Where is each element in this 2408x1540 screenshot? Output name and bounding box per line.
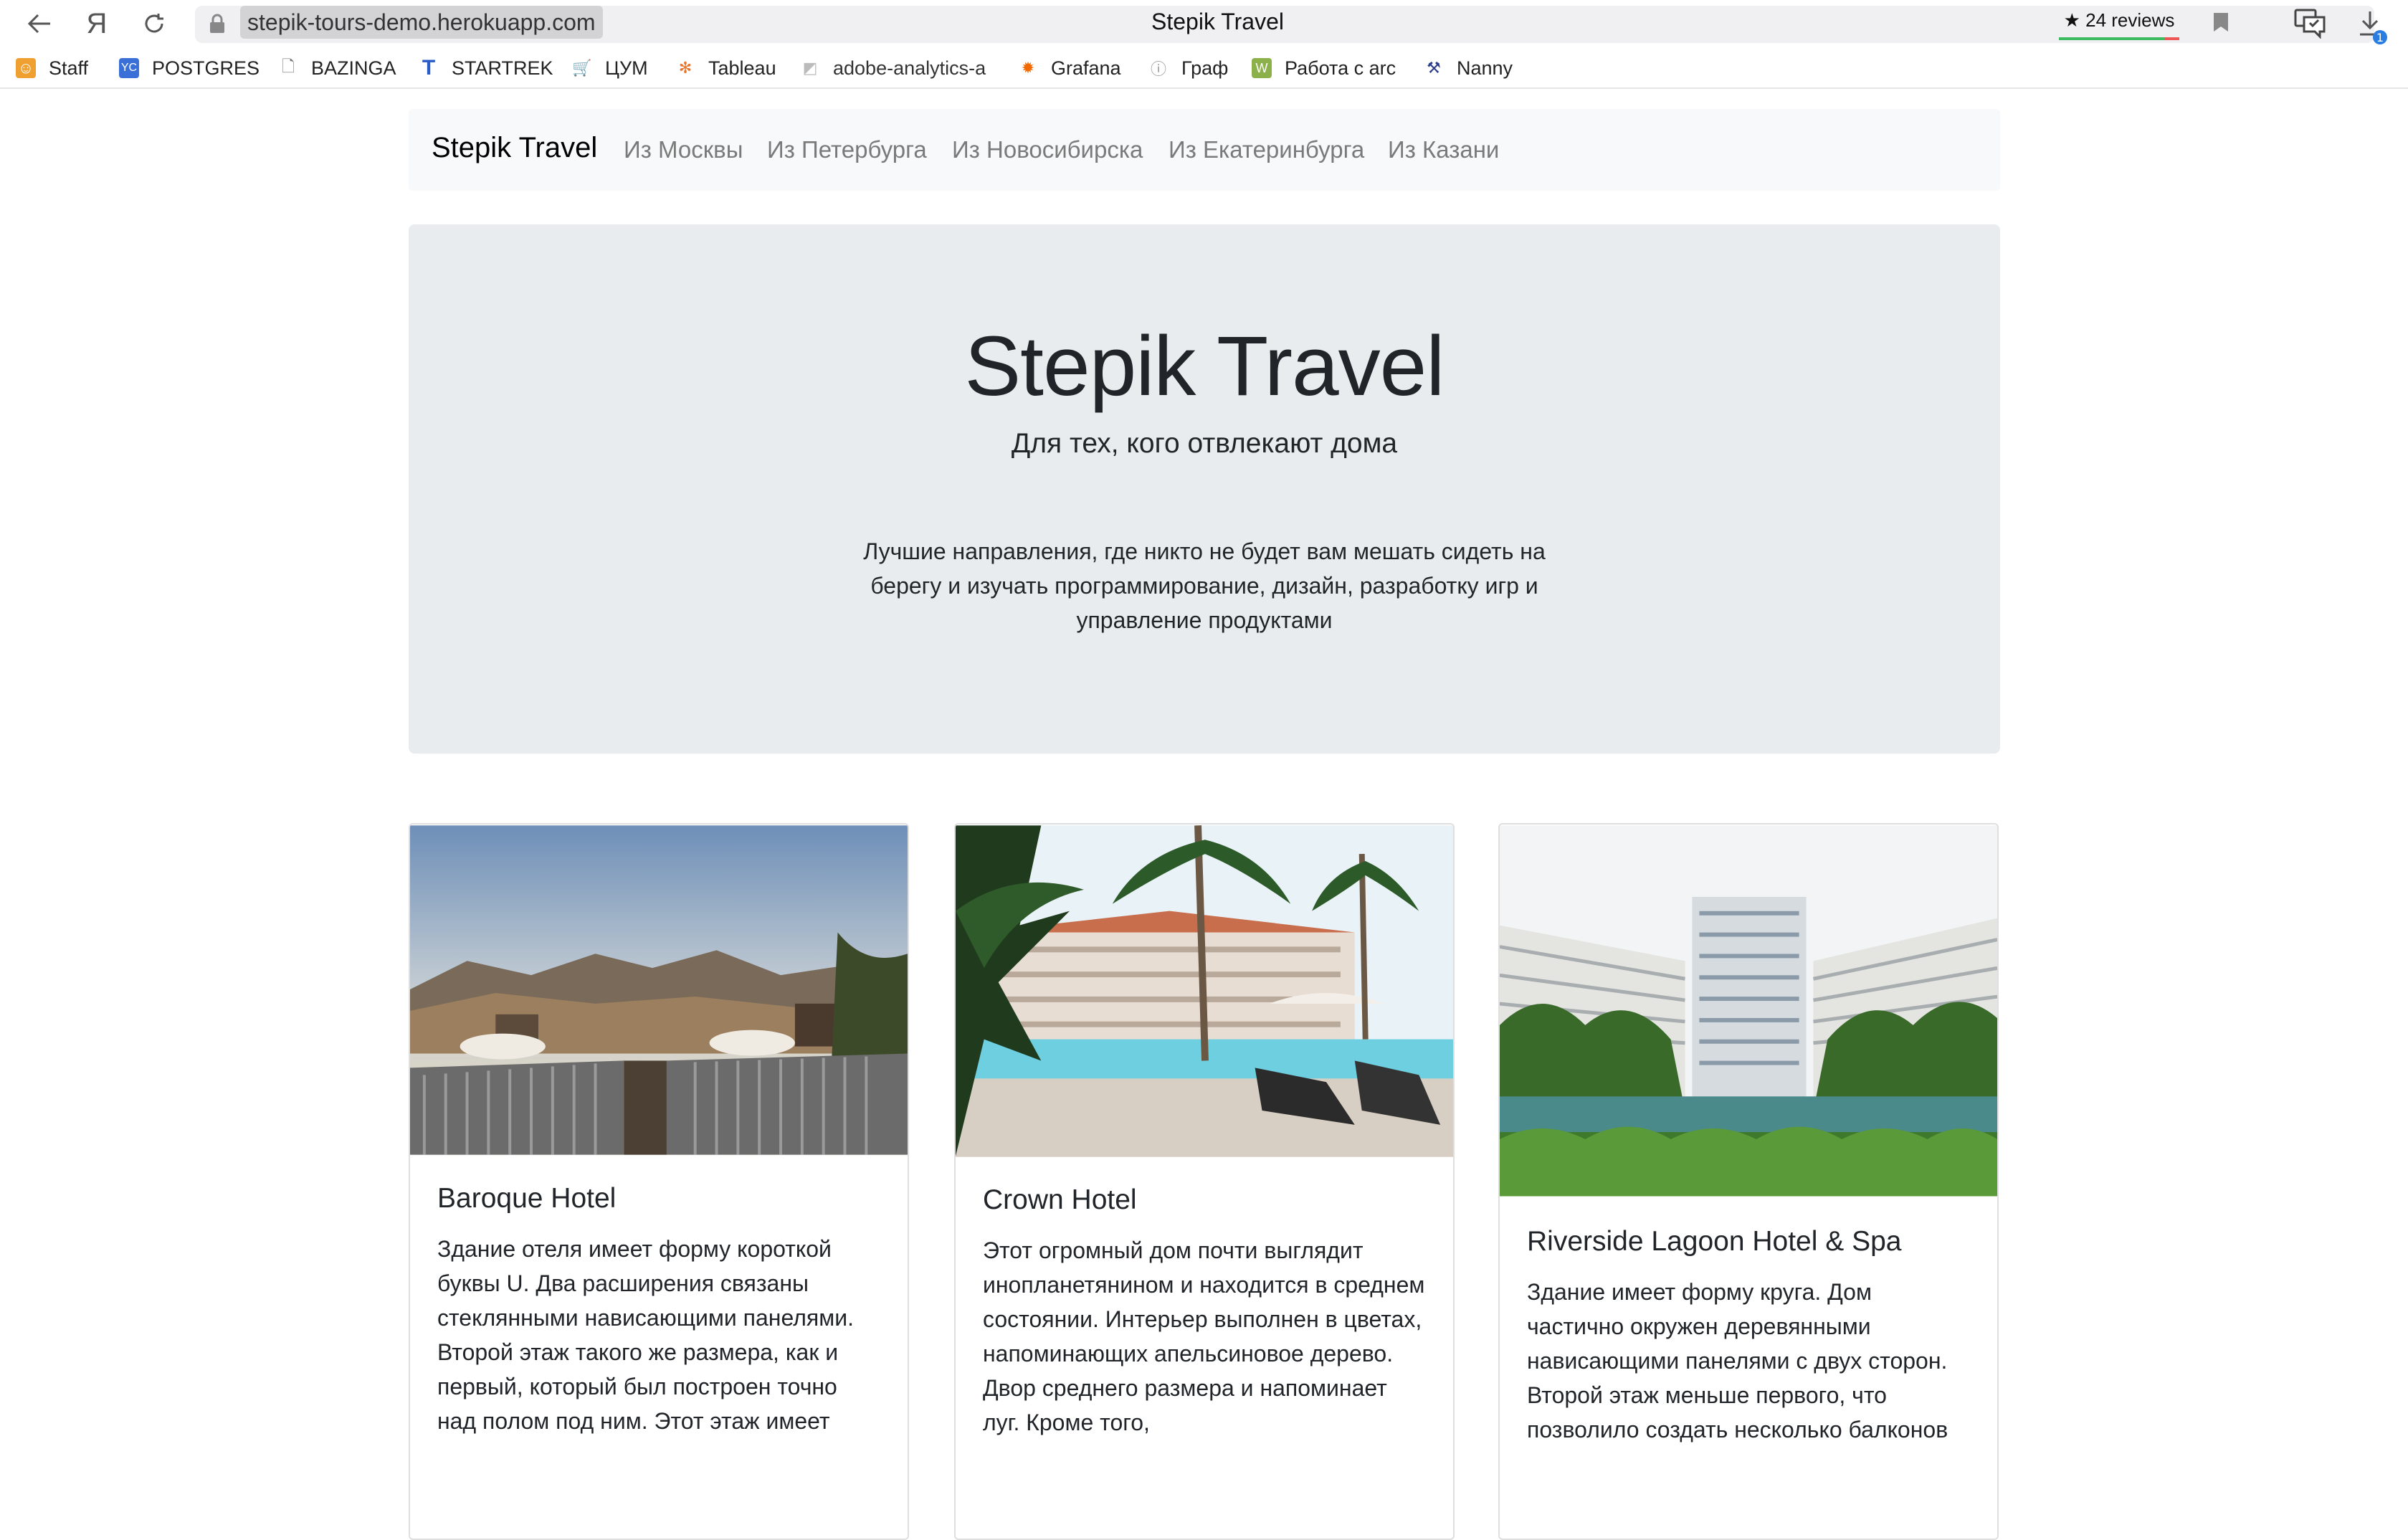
url-text[interactable]: stepik-tours-demo.herokuapp.com (240, 6, 603, 39)
navbar-brand[interactable]: Stepik Travel (432, 132, 597, 164)
card-title: Crown Hotel (983, 1184, 1137, 1215)
bookmark-tableau[interactable]: ✻ Tableau (675, 56, 776, 80)
lock-icon (208, 13, 227, 34)
card-text: Этот огромный дом почти выглядит иноплан… (983, 1237, 1425, 1435)
nav-link-petersburg[interactable]: Из Петербурга (767, 136, 927, 163)
baroque-hotel-image (410, 825, 908, 1155)
w-icon: W (1252, 58, 1272, 78)
bookmark-label: STARTREK (452, 57, 553, 79)
bookmark-rabota[interactable]: W Работа с arc (1252, 56, 1396, 80)
tab-title: Stepik Travel (1151, 9, 1284, 34)
bookmark-startrek[interactable]: T STARTREK (419, 56, 553, 80)
tableau-icon: ✻ (678, 59, 693, 77)
bookmark-label: Работа с arc (1285, 57, 1396, 79)
card-text: Здание имеет форму круга. Дом частично о… (1527, 1279, 1948, 1442)
nav-link-moscow[interactable]: Из Москвы (624, 136, 743, 163)
hero-title: Stepik Travel (964, 319, 1445, 414)
downloads-icon[interactable]: 1 (2359, 9, 2390, 44)
downloads-count: 1 (2376, 31, 2384, 44)
browser-toolbar: Я stepik-tours-demo.herokuapp.com Stepik… (0, 0, 2408, 47)
bookmark-label: BAZINGA (311, 57, 396, 79)
bookmark-graf[interactable]: ⓘ Граф (1148, 56, 1228, 80)
page-icon: 🗋 (282, 57, 295, 75)
yandex-logo-icon[interactable]: Я (80, 7, 113, 40)
card-text: Здание отеля имеет форму короткой буквы … (437, 1236, 854, 1434)
yc-icon: YC (119, 58, 139, 78)
bookmark-staff[interactable]: ☺ Staff (16, 56, 88, 80)
hero-subtitle: Для тех, кого отвлекают дома (1011, 428, 1398, 459)
bookmark-label: ЦУМ (605, 57, 648, 79)
startrek-icon: T (422, 56, 436, 80)
bookmark-tsum[interactable]: 🛒 ЦУМ (572, 56, 648, 80)
bookmarks-bar: ☺ Staff YC POSTGRES 🗋 BAZINGA T STARTREK… (0, 47, 2408, 89)
hotel-card-crown[interactable]: Crown Hotel Этот огромный дом почти выгл… (954, 823, 1455, 1540)
bookmark-label: POSTGRES (152, 57, 260, 79)
crown-hotel-image (956, 825, 1453, 1157)
hero-jumbotron: Stepik Travel Для тех, кого отвлекают до… (409, 224, 2000, 754)
bookmark-label: Tableau (708, 57, 776, 79)
riverside-lagoon-image (1500, 825, 1997, 1197)
bookmark-label: Staff (49, 57, 89, 79)
adobe-icon: ◩ (802, 59, 818, 77)
bookmark-postgres[interactable]: YC POSTGRES (119, 56, 260, 80)
card-title: Baroque Hotel (437, 1183, 617, 1214)
bookmark-label: adobe-analytics-a (833, 57, 986, 79)
bookmark-adobe[interactable]: ◩ adobe-analytics-a (800, 56, 986, 80)
bookmark-label: Nanny (1457, 57, 1513, 79)
nanny-icon: ⚒ (1427, 59, 1441, 77)
bookmark-icon[interactable] (2212, 11, 2229, 33)
hotel-card-riverside[interactable]: Riverside Lagoon Hotel & Spa Здание имее… (1498, 823, 1999, 1540)
staff-icon: ☺ (16, 58, 36, 78)
bookmark-bazinga[interactable]: 🗋 BAZINGA (278, 56, 396, 80)
bookmark-label: Grafana (1051, 57, 1121, 79)
back-arrow-icon[interactable] (23, 7, 56, 40)
nav-link-novosibirsk[interactable]: Из Новосибирска (952, 136, 1143, 163)
info-icon: ⓘ (1150, 60, 1166, 78)
bookmark-nanny[interactable]: ⚒ Nanny (1424, 56, 1513, 80)
site-navbar: Stepik Travel Из Москвы Из Петербурга Из… (409, 109, 2000, 191)
reviews-label: ★ 24 reviews (2063, 9, 2175, 31)
bookmark-label: Граф (1181, 57, 1229, 79)
nav-link-ekaterinburg[interactable]: Из Екатеринбурга (1169, 136, 1364, 163)
hotel-card-baroque[interactable]: Baroque Hotel Здание отеля имеет форму к… (409, 823, 909, 1540)
card-title: Riverside Lagoon Hotel & Spa (1527, 1226, 1902, 1257)
cart-icon: 🛒 (572, 59, 592, 77)
grafana-icon: ✹ (1021, 59, 1035, 77)
reviews-bar-accent (2165, 37, 2179, 40)
bookmark-grafana[interactable]: ✹ Grafana (1018, 56, 1121, 80)
reviews-badge[interactable]: ★ 24 reviews (2059, 6, 2179, 40)
hero-lead: Лучшие направления, где никто не будет в… (863, 538, 1546, 633)
messenger-icon[interactable] (2294, 7, 2327, 39)
nav-link-kazan[interactable]: Из Казани (1388, 136, 1499, 163)
reload-icon[interactable] (138, 7, 171, 40)
